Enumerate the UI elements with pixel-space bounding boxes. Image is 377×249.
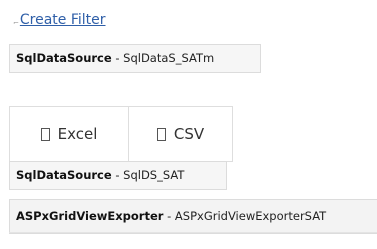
control-separator: - (111, 51, 124, 65)
control-type-label: ASPxGridViewExporter (16, 209, 164, 223)
sqldatasource-control-2[interactable]: SqlDataSource - SqlDS_SAT (9, 161, 227, 190)
divider (9, 232, 377, 233)
control-type-label: SqlDataSource (16, 51, 112, 65)
placeholder-glyph-icon (40, 127, 50, 141)
export-button-group: Excel CSV (9, 106, 233, 162)
export-excel-label: Excel (57, 125, 98, 143)
control-separator: - (163, 209, 175, 223)
sqldatasource-control-1[interactable]: SqlDataSource - SqlDataS_SATm (9, 44, 261, 73)
create-filter-link[interactable]: Create Filter (20, 10, 106, 30)
create-filter-row: ⌐ Create Filter (13, 10, 106, 30)
placeholder-glyph-icon (156, 127, 166, 141)
control-type-label: SqlDataSource (16, 168, 112, 182)
control-separator: - (111, 168, 124, 182)
designer-canvas: ⌐ Create Filter SqlDataSource - SqlDataS… (0, 0, 377, 249)
export-csv-label: CSV (173, 125, 205, 143)
control-id-label: SqlDS_SAT (123, 168, 185, 182)
gridview-exporter-control[interactable]: ASPxGridViewExporter - ASPxGridViewExpor… (9, 199, 377, 234)
export-excel-button[interactable]: Excel (9, 106, 129, 162)
export-csv-button[interactable]: CSV (129, 106, 233, 162)
control-id-label: ASPxGridViewExporterSAT (174, 209, 327, 223)
control-id-label: SqlDataS_SATm (123, 51, 215, 65)
filter-icon: ⌐ (13, 19, 19, 27)
